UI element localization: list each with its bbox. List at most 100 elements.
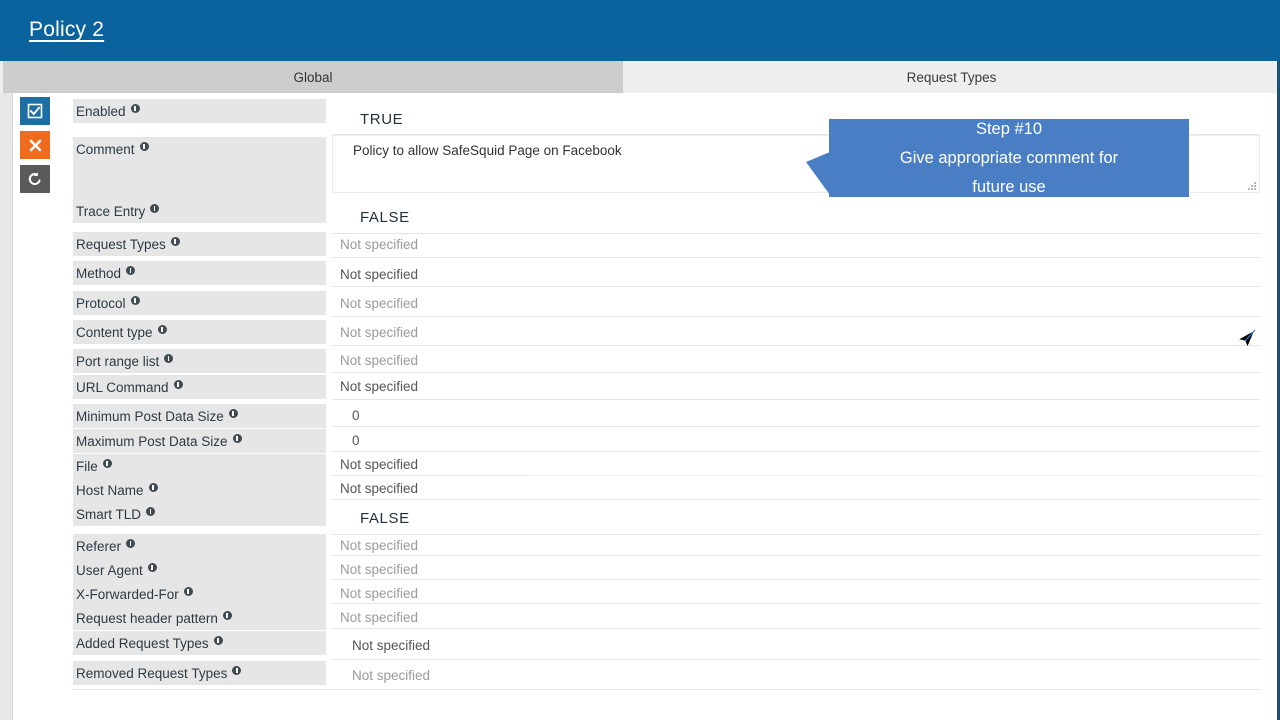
info-icon[interactable] [146, 506, 156, 516]
form-row-x-forwarded-for: X-Forwarded-For Not specified [0, 582, 1280, 606]
field-underline [332, 316, 1260, 317]
callout-line-1: Step #10 [975, 119, 1043, 138]
field-underline [332, 555, 1260, 556]
info-icon[interactable] [148, 482, 158, 492]
form-row-host-name: Host Name Not specified [0, 478, 1280, 502]
info-icon[interactable] [232, 433, 242, 443]
field-label-trace-entry: Trace Entry [73, 199, 326, 223]
field-label-content-type: Content type [73, 320, 326, 344]
field-underline-extension [528, 475, 1260, 476]
field-underline [332, 579, 1260, 580]
form-row-request-header-pattern: Request header pattern Not specified [0, 606, 1280, 631]
form-row-protocol: Protocol Not specified [0, 291, 1280, 319]
field-value-enabled[interactable]: TRUE [360, 111, 403, 128]
field-label-file: File [73, 454, 326, 478]
field-underline [332, 659, 1260, 660]
field-value-request-types[interactable]: Not specified [340, 237, 418, 252]
field-value-added-request-types[interactable]: Not specified [352, 638, 430, 653]
field-value-file[interactable]: Not specified [340, 457, 418, 472]
field-value-method[interactable]: Not specified [340, 267, 418, 282]
field-underline [332, 451, 1260, 452]
tab-bar: Global Request Types [0, 61, 1280, 93]
field-label-user-agent: User Agent [73, 558, 326, 582]
field-value-minimum-post-data-size[interactable]: 0 [352, 408, 360, 423]
form-row-maximum-post-data-size: Maximum Post Data Size 0 [0, 429, 1280, 454]
field-underline [332, 475, 528, 476]
field-underline [332, 499, 1260, 500]
form-row-user-agent: User Agent Not specified [0, 558, 1280, 582]
form-row-url-command: URL Command Not specified [0, 375, 1280, 403]
form-row-content-type: Content type Not specified [0, 320, 1280, 348]
field-underline [332, 345, 1260, 346]
info-icon[interactable] [232, 665, 242, 675]
field-label-x-forwarded-for: X-Forwarded-For [73, 582, 326, 606]
field-label-smart-tld: Smart TLD [73, 502, 326, 526]
field-value-content-type[interactable]: Not specified [340, 325, 418, 340]
field-value-referer[interactable]: Not specified [340, 538, 418, 553]
field-underline [332, 286, 1260, 287]
form-row-request-types: Request Types Not specified [0, 232, 1280, 260]
field-label-host-name: Host Name [73, 478, 326, 502]
form-row-file: File Not specified [0, 454, 1280, 478]
field-value-trace-entry[interactable]: FALSE [360, 209, 410, 226]
field-label-maximum-post-data-size: Maximum Post Data Size [73, 429, 326, 453]
callout-tail [806, 152, 830, 195]
info-icon[interactable] [213, 635, 223, 645]
field-label-added-request-types: Added Request Types [73, 631, 326, 655]
page-header: Policy 2 [0, 0, 1280, 61]
field-underline [73, 689, 1260, 690]
info-icon[interactable] [222, 610, 232, 620]
info-icon[interactable] [183, 586, 193, 596]
field-value-user-agent[interactable]: Not specified [340, 562, 418, 577]
form-row-method: Method Not specified [0, 261, 1280, 289]
info-icon[interactable] [102, 458, 112, 468]
info-icon[interactable] [157, 324, 167, 334]
form-row-minimum-post-data-size: Minimum Post Data Size 0 [0, 404, 1280, 429]
field-value-x-forwarded-for[interactable]: Not specified [340, 586, 418, 601]
field-label-enabled: Enabled [73, 99, 326, 123]
info-icon[interactable] [173, 379, 183, 389]
policy-editor-page: Policy 2 Global Request Types Enabled TR… [0, 0, 1280, 720]
info-icon[interactable] [164, 353, 174, 363]
field-value-removed-request-types[interactable]: Not specified [352, 668, 430, 683]
field-value-host-name[interactable]: Not specified [340, 481, 418, 496]
info-icon[interactable] [139, 141, 149, 151]
page-title[interactable]: Policy 2 [29, 18, 104, 42]
field-label-comment: Comment [73, 137, 326, 199]
info-icon[interactable] [130, 103, 140, 113]
info-icon[interactable] [147, 562, 157, 572]
field-value-port-range-list[interactable]: Not specified [340, 353, 418, 368]
info-icon[interactable] [126, 265, 136, 275]
field-underline [332, 603, 1260, 604]
field-value-url-command[interactable]: Not specified [340, 379, 418, 394]
field-value-comment: Policy to allow SafeSquid Page on Facebo… [353, 143, 622, 158]
field-value-protocol[interactable]: Not specified [340, 296, 418, 311]
textarea-resize-grip[interactable] [1246, 180, 1256, 190]
field-label-protocol: Protocol [73, 291, 326, 315]
field-label-method: Method [73, 261, 326, 285]
field-underline [332, 372, 1260, 373]
step-callout: Step #10 Give appropriate comment for fu… [829, 119, 1189, 197]
field-underline [332, 628, 1260, 629]
field-value-maximum-post-data-size[interactable]: 0 [352, 433, 360, 448]
field-label-referer: Referer [73, 534, 326, 558]
field-label-port-range-list: Port range list [73, 349, 326, 373]
tab-request-types[interactable]: Request Types [623, 61, 1280, 93]
field-value-smart-tld[interactable]: FALSE [360, 510, 410, 527]
field-underline [332, 426, 1260, 427]
field-label-url-command: URL Command [73, 375, 326, 399]
form-row-added-request-types: Added Request Types Not specified [0, 631, 1280, 661]
form-row-port-range-list: Port range list Not specified [0, 349, 1280, 375]
field-underline [332, 257, 1260, 258]
form-row-removed-request-types: Removed Request Types Not specified [0, 661, 1280, 691]
info-icon[interactable] [150, 203, 160, 213]
info-icon[interactable] [130, 295, 140, 305]
form-row-referer: Referer Not specified [0, 534, 1280, 558]
info-icon[interactable] [170, 236, 180, 246]
field-value-request-header-pattern[interactable]: Not specified [340, 610, 418, 625]
tab-global[interactable]: Global [3, 61, 623, 93]
field-label-request-types: Request Types [73, 232, 326, 256]
field-underline [332, 399, 1260, 400]
info-icon[interactable] [126, 538, 136, 548]
info-icon[interactable] [228, 408, 238, 418]
